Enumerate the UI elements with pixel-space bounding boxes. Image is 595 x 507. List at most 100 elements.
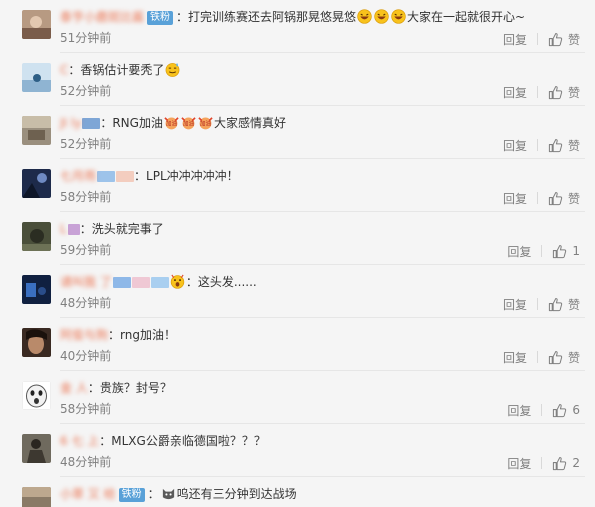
reply-button[interactable]: 回复 bbox=[503, 296, 527, 313]
fan-badge: 铁粉 bbox=[118, 488, 145, 502]
thumbs-up-icon bbox=[553, 456, 567, 470]
comment-text: ：香锅估计要秃了 bbox=[68, 63, 165, 77]
comment-text: ：rng加油！ bbox=[108, 328, 176, 342]
divider bbox=[536, 298, 538, 310]
reply-button[interactable]: 回复 bbox=[507, 243, 531, 260]
timestamp: 52分钟前 bbox=[60, 84, 112, 98]
like-button[interactable]: 6 bbox=[552, 403, 580, 418]
laugh-emoji-icon bbox=[357, 9, 372, 24]
timestamp: 40分钟前 bbox=[60, 349, 112, 363]
user-nickname[interactable]: JI ly bbox=[60, 114, 81, 132]
comment-item: C ：香锅估计要秃了 52分钟前 回复 赞 bbox=[0, 53, 595, 106]
svg-text:加油: 加油 bbox=[200, 119, 212, 127]
avatar[interactable] bbox=[22, 116, 51, 145]
user-nickname[interactable]: 泰亨小鹿斑比酱 bbox=[60, 8, 144, 26]
reply-button[interactable]: 回复 bbox=[503, 349, 527, 366]
divider bbox=[536, 351, 538, 363]
user-nickname[interactable]: L bbox=[60, 220, 67, 238]
user-nickname[interactable]: 七月雨 bbox=[60, 167, 96, 185]
like-button[interactable]: 赞 bbox=[548, 349, 580, 366]
comment-text: ：MLXG公爵亲临德国啦？？？ bbox=[99, 434, 266, 448]
comment-text: ：贵族？封号？ bbox=[87, 381, 172, 395]
like-count: 6 bbox=[572, 403, 580, 417]
redacted-block bbox=[67, 224, 80, 235]
comment-text: ：RNG加油 bbox=[100, 116, 163, 130]
user-nickname[interactable]: 6 七 上 bbox=[60, 432, 99, 450]
thumbs-up-icon bbox=[548, 138, 563, 152]
comment-item: 金 人：贵族？封号？ 58分钟前 回复 6 bbox=[0, 371, 595, 424]
timestamp: 59分钟前 bbox=[60, 243, 112, 257]
like-button[interactable]: 赞 bbox=[548, 190, 580, 207]
divider bbox=[541, 457, 543, 469]
timestamp: 48分钟前 bbox=[60, 296, 112, 310]
timestamp: 58分钟前 bbox=[60, 402, 112, 416]
user-nickname[interactable]: 金 人 bbox=[60, 379, 88, 397]
comment-text: ：LPL冲冲冲冲冲！ bbox=[134, 169, 239, 183]
fan-badge: 铁粉 bbox=[147, 11, 174, 25]
sweat-emoji-icon bbox=[165, 62, 180, 77]
avatar[interactable] bbox=[22, 10, 51, 39]
redacted-block bbox=[82, 118, 101, 129]
divider bbox=[536, 192, 538, 204]
avatar[interactable] bbox=[22, 169, 51, 198]
user-nickname[interactable]: C bbox=[60, 61, 68, 79]
comment-text: ：洗头就完事了 bbox=[79, 222, 164, 236]
comment-text-cont: 呜还有三分钟到达战场 bbox=[176, 487, 297, 501]
comment-item: 6 七 上：MLXG公爵亲临德国啦？？？ 48分钟前 回复 2 bbox=[0, 424, 595, 477]
timestamp: 52分钟前 bbox=[60, 137, 112, 151]
divider bbox=[536, 33, 538, 45]
redacted-block bbox=[112, 277, 131, 288]
avatar[interactable] bbox=[22, 63, 51, 92]
shock-emoji-icon bbox=[170, 274, 185, 289]
reply-button[interactable]: 回复 bbox=[507, 455, 531, 472]
thumbs-up-icon bbox=[548, 297, 563, 311]
user-nickname[interactable]: 请叫我 了 bbox=[60, 273, 112, 291]
thumbs-up-icon bbox=[548, 191, 563, 205]
timestamp: 51分钟前 bbox=[60, 31, 112, 45]
comment-item: 阿俊与狗：rng加油！ 40分钟前 回复 赞 bbox=[0, 318, 595, 371]
comment-text-cont: 大家在一起就很开心~ bbox=[407, 10, 526, 24]
like-button[interactable]: 赞 bbox=[548, 31, 580, 48]
redacted-block bbox=[131, 277, 150, 288]
comment-item: 请叫我 了 ：这头发...... 48分钟前 回复 赞 bbox=[0, 265, 595, 318]
svg-text:加油: 加油 bbox=[166, 119, 178, 127]
reply-button[interactable]: 回复 bbox=[507, 402, 531, 419]
like-label: 赞 bbox=[567, 85, 580, 100]
user-nickname[interactable]: 阿俊与狗 bbox=[60, 326, 108, 344]
cheer-emoji-icon: 加油 bbox=[181, 115, 196, 130]
avatar[interactable] bbox=[22, 328, 51, 357]
avatar[interactable] bbox=[22, 275, 51, 304]
comment-text-cont: 大家感情真好 bbox=[213, 116, 286, 130]
like-button[interactable]: 赞 bbox=[548, 296, 580, 313]
like-button[interactable]: 2 bbox=[552, 456, 580, 471]
avatar[interactable] bbox=[22, 487, 51, 507]
comment-text: ：这头发...... bbox=[185, 275, 257, 289]
laugh-emoji-icon bbox=[391, 9, 406, 24]
laugh-emoji-icon bbox=[374, 9, 389, 24]
like-count: 2 bbox=[572, 456, 580, 470]
divider bbox=[541, 404, 543, 416]
reply-button[interactable]: 回复 bbox=[503, 31, 527, 48]
user-nickname[interactable]: 小草 又 给 bbox=[60, 485, 116, 503]
comment-item: JI ly ：RNG加油 加油 加油 加油 大家感情真好 52分钟前 回复 赞 bbox=[0, 106, 595, 159]
divider bbox=[536, 139, 538, 151]
like-button[interactable]: 赞 bbox=[548, 84, 580, 101]
avatar[interactable] bbox=[22, 434, 51, 463]
timestamp: 58分钟前 bbox=[60, 190, 112, 204]
cat-emoji-icon bbox=[161, 486, 176, 501]
thumbs-up-icon bbox=[548, 32, 563, 46]
avatar[interactable] bbox=[22, 222, 51, 251]
reply-button[interactable]: 回复 bbox=[503, 190, 527, 207]
like-label: 赞 bbox=[567, 191, 580, 206]
like-label: 赞 bbox=[567, 32, 580, 47]
reply-button[interactable]: 回复 bbox=[503, 84, 527, 101]
avatar[interactable] bbox=[22, 381, 51, 410]
reply-button[interactable]: 回复 bbox=[503, 137, 527, 154]
like-count: 1 bbox=[572, 244, 580, 258]
thumbs-up-icon bbox=[548, 85, 563, 99]
thumbs-up-icon bbox=[553, 244, 567, 258]
like-button[interactable]: 1 bbox=[552, 244, 580, 259]
divider bbox=[541, 245, 543, 257]
like-button[interactable]: 赞 bbox=[548, 137, 580, 154]
timestamp: 48分钟前 bbox=[60, 455, 112, 469]
